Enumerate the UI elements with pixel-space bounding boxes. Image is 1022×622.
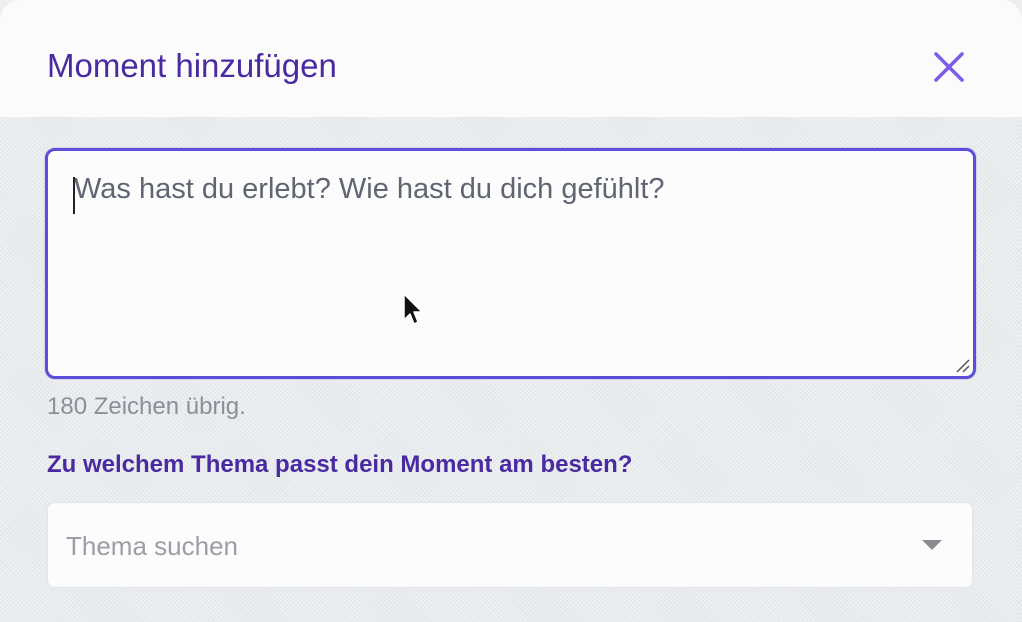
modal-header: Moment hinzufügen bbox=[0, 0, 1022, 117]
moment-textarea-container bbox=[45, 148, 976, 379]
moment-textarea[interactable] bbox=[48, 151, 973, 376]
text-caret bbox=[73, 177, 75, 214]
topic-search-placeholder: Thema suchen bbox=[66, 531, 238, 561]
modal-title: Moment hinzufügen bbox=[47, 47, 337, 84]
close-button[interactable] bbox=[926, 44, 972, 90]
resize-handle-icon[interactable] bbox=[954, 357, 970, 373]
chevron-down-icon[interactable] bbox=[921, 539, 943, 551]
remaining-characters: 180 Zeichen übrig. bbox=[47, 393, 246, 420]
topic-search-select[interactable]: Thema suchen bbox=[47, 502, 973, 588]
close-icon bbox=[934, 52, 964, 82]
add-moment-modal: Moment hinzufügen 180 Zeichen übrig. Zu … bbox=[0, 0, 1022, 622]
topic-question-label: Zu welchem Thema passt dein Moment am be… bbox=[47, 451, 633, 478]
